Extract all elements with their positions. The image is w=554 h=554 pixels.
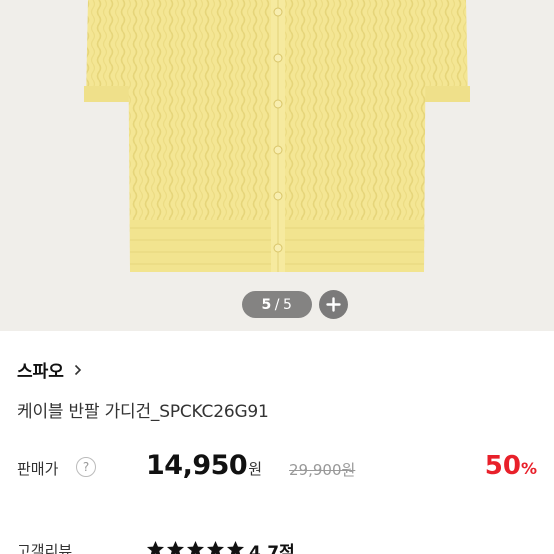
product-photo — [0, 0, 554, 331]
original-price: 29,900원 — [289, 461, 356, 479]
chevron-right-icon — [74, 364, 82, 376]
rating-value: 4.7점 — [249, 543, 295, 554]
star-icon — [226, 540, 245, 554]
discount-value: 50 — [484, 451, 521, 481]
review-row[interactable]: 고객리뷰 4.7점 — [17, 538, 541, 554]
brand-link[interactable]: 스파오 — [17, 357, 82, 382]
discount-rate: 50% — [485, 451, 537, 481]
star-rating — [146, 540, 245, 554]
product-image-gallery[interactable]: 5 / 5 — [0, 0, 554, 331]
question-icon[interactable]: ? — [76, 457, 96, 477]
review-label: 고객리뷰 — [17, 542, 73, 554]
price-label: 판매가 — [17, 460, 59, 478]
sale-price: 14,950원 — [146, 450, 262, 481]
zoom-button[interactable] — [319, 290, 348, 319]
sale-price-value: 14,950 — [146, 450, 248, 481]
brand-name: 스파오 — [17, 362, 64, 382]
plus-icon — [326, 297, 341, 312]
image-pager: 5 / 5 — [242, 291, 312, 318]
pager-total: 5 — [283, 296, 293, 313]
sale-price-unit: 원 — [248, 460, 262, 478]
star-icon — [186, 540, 205, 554]
price-row: 판매가 ? 14,950원 29,900원 50% — [17, 450, 541, 486]
pager-separator: / — [274, 296, 281, 313]
product-title: 케이블 반팔 가디건_SPCKC26G91 — [17, 402, 269, 422]
discount-unit: % — [520, 459, 537, 478]
star-icon — [206, 540, 225, 554]
star-icon — [166, 540, 185, 554]
pager-current: 5 — [261, 296, 272, 313]
star-icon — [146, 540, 165, 554]
